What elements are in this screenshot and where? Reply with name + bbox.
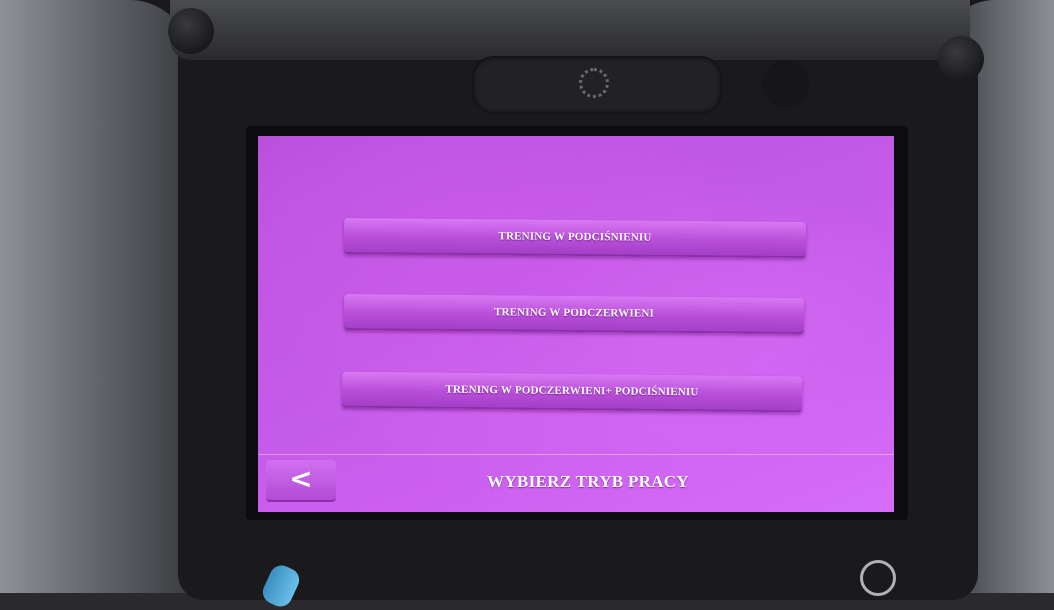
logo-mark-icon (579, 68, 609, 98)
screw-icon (168, 8, 214, 54)
connector-jack-icon (860, 560, 896, 596)
device-top-frame (170, 0, 970, 60)
brand-logo: bodyshape (472, 56, 722, 163)
touch-display: TRENING W PODCIŚNIENIU TRENING W PODCZER… (258, 136, 894, 512)
mode-button-label: TRENING W PODCZERWIENI (493, 306, 655, 320)
mode-button-label: TRENING W PODCZERWIENI+ PODCIŚNIENIU (445, 383, 699, 399)
back-button[interactable]: < (266, 460, 336, 502)
device-left-handle (0, 0, 190, 593)
mode-button-label: TRENING W PODCIŚNIENIU (498, 230, 652, 244)
screw-icon (938, 36, 984, 82)
chevron-left-icon: < (289, 462, 313, 495)
water-drop-icon (762, 60, 810, 108)
mode-button-infrared[interactable]: TRENING W PODCZERWIENI (343, 293, 805, 335)
footer-divider (258, 454, 894, 455)
footer-title: WYBIERZ TRYB PRACY (487, 472, 689, 491)
mode-button-infrared-vacuum[interactable]: TRENING W PODCZERWIENI+ PODCIŚNIENIU (341, 371, 803, 413)
mode-button-vacuum[interactable]: TRENING W PODCIŚNIENIU (343, 217, 807, 259)
